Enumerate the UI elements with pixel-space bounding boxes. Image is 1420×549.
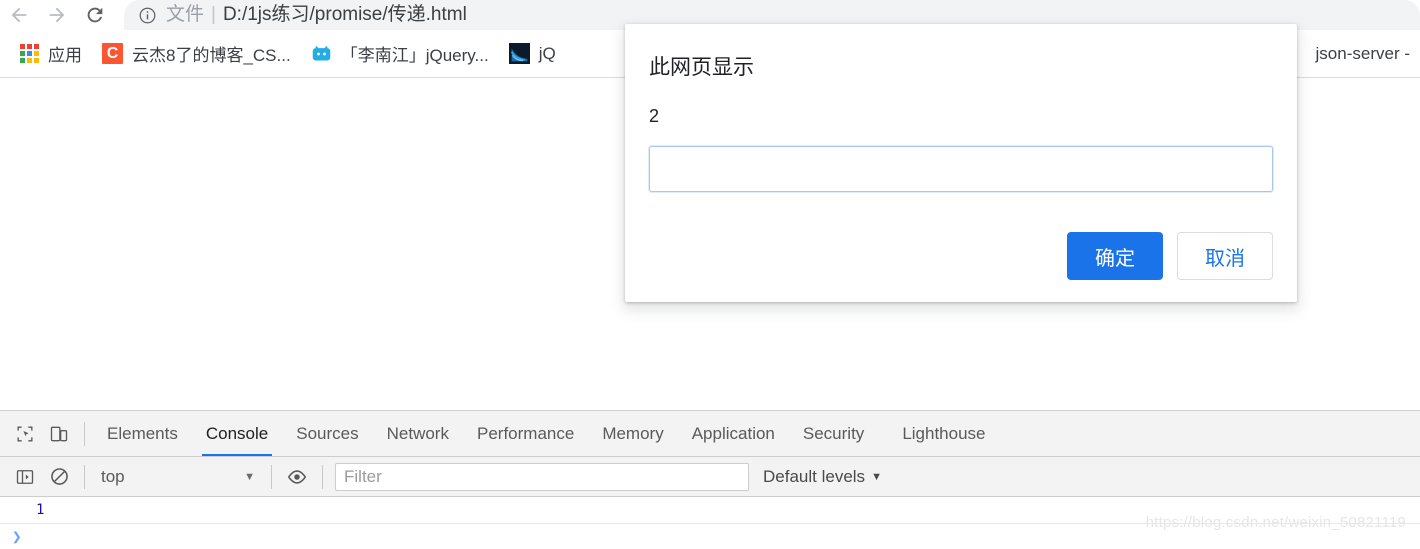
tab-lighthouse[interactable]: Lighthouse <box>888 411 999 456</box>
browser-window: 文件 | D:/1js练习/promise/传递.html 应用 C 云杰8了的博客… <box>0 0 1420 549</box>
console-log-levels-selector[interactable]: Default levels ▼ <box>763 467 882 487</box>
bookmark-label: json-server - <box>1315 43 1410 63</box>
console-message-text: 1 <box>36 502 45 518</box>
log-levels-label: Default levels <box>763 466 866 486</box>
console-toolbar: top ▼ Default levels ▼ <box>0 457 1420 497</box>
bookmark-csdn[interactable]: C 云杰8了的博客_CS... <box>92 37 301 71</box>
javascript-prompt-dialog: 此网页显示 2 确定 取消 <box>625 24 1297 302</box>
chevron-down-icon: ▼ <box>871 470 882 483</box>
address-bar-text: 文件 | D:/1js练习/promise/传递.html <box>166 0 467 30</box>
csdn-icon: C <box>102 43 123 64</box>
inspect-element-icon <box>17 426 33 441</box>
tab-sources[interactable]: Sources <box>282 411 372 456</box>
dialog-ok-button[interactable]: 确定 <box>1067 232 1163 280</box>
live-expression-button[interactable] <box>280 460 314 494</box>
security-chip-label: 文件 <box>166 4 205 25</box>
console-filter-input[interactable] <box>335 462 749 491</box>
bilibili-icon <box>311 43 332 64</box>
dialog-actions: 确定 取消 <box>1067 232 1273 280</box>
bookmark-label: 云杰8了的博客_CS... <box>132 46 291 65</box>
console-toolbar-divider-3 <box>322 464 323 489</box>
reload-button[interactable] <box>76 0 114 30</box>
devtools-panel: Elements Console Sources Network Perform… <box>0 410 1420 549</box>
bookmark-label: 应用 <box>48 46 82 65</box>
tab-application[interactable]: Application <box>678 411 789 456</box>
console-message: 1 <box>0 497 1420 524</box>
chevron-down-icon: ▼ <box>244 470 255 483</box>
clear-console-button[interactable] <box>42 460 76 494</box>
back-arrow-icon <box>11 7 27 23</box>
dialog-prompt-input[interactable] <box>649 146 1273 192</box>
inspect-element-button[interactable] <box>8 417 42 451</box>
console-toolbar-divider-2 <box>271 464 272 489</box>
tab-network[interactable]: Network <box>373 411 463 456</box>
jquery-icon <box>508 43 530 64</box>
console-message-rail <box>0 497 4 549</box>
apps-grid-icon <box>20 44 39 63</box>
tab-performance[interactable]: Performance <box>463 411 588 456</box>
devtools-tabbar: Elements Console Sources Network Perform… <box>0 411 1420 457</box>
clear-console-icon <box>50 468 68 485</box>
tab-memory[interactable]: Memory <box>588 411 677 456</box>
bookmark-label: jQ <box>538 43 556 63</box>
forward-button[interactable] <box>38 0 76 30</box>
bookmark-json-server[interactable]: json-server - <box>1306 37 1420 71</box>
url-value: D:/1js练习/promise/传递.html <box>222 4 467 25</box>
reload-icon <box>87 7 103 23</box>
console-context-label: top <box>101 466 125 486</box>
dialog-title: 此网页显示 <box>649 56 754 79</box>
info-icon[interactable] <box>138 6 157 25</box>
bookmark-bilibili[interactable]: 「李南江」jQuery... <box>301 37 499 71</box>
url-separator: | <box>211 4 216 25</box>
bookmark-jquery[interactable]: jQ <box>499 37 566 71</box>
device-toolbar-icon <box>50 426 68 441</box>
devtools-divider <box>84 421 85 446</box>
back-button[interactable] <box>0 0 38 30</box>
tab-security[interactable]: Security <box>789 411 878 456</box>
console-context-selector[interactable]: top ▼ <box>93 464 263 490</box>
forward-arrow-icon <box>49 7 65 23</box>
bookmark-label: 「李南江」jQuery... <box>340 46 489 65</box>
bookmark-apps[interactable]: 应用 <box>10 37 92 71</box>
prompt-chevron-icon: ❯ <box>12 527 22 546</box>
console-sidebar-button[interactable] <box>8 460 42 494</box>
console-sidebar-icon <box>16 469 34 484</box>
dialog-message: 2 <box>649 106 660 126</box>
live-expression-icon <box>287 469 307 484</box>
console-toolbar-divider <box>84 464 85 489</box>
tab-console[interactable]: Console <box>192 411 282 456</box>
console-input-prompt[interactable]: ❯ <box>0 524 1420 549</box>
device-toolbar-button[interactable] <box>42 417 76 451</box>
dialog-cancel-button[interactable]: 取消 <box>1177 232 1273 280</box>
tab-elements[interactable]: Elements <box>93 411 192 456</box>
console-output: 1 ❯ <box>0 497 1420 549</box>
